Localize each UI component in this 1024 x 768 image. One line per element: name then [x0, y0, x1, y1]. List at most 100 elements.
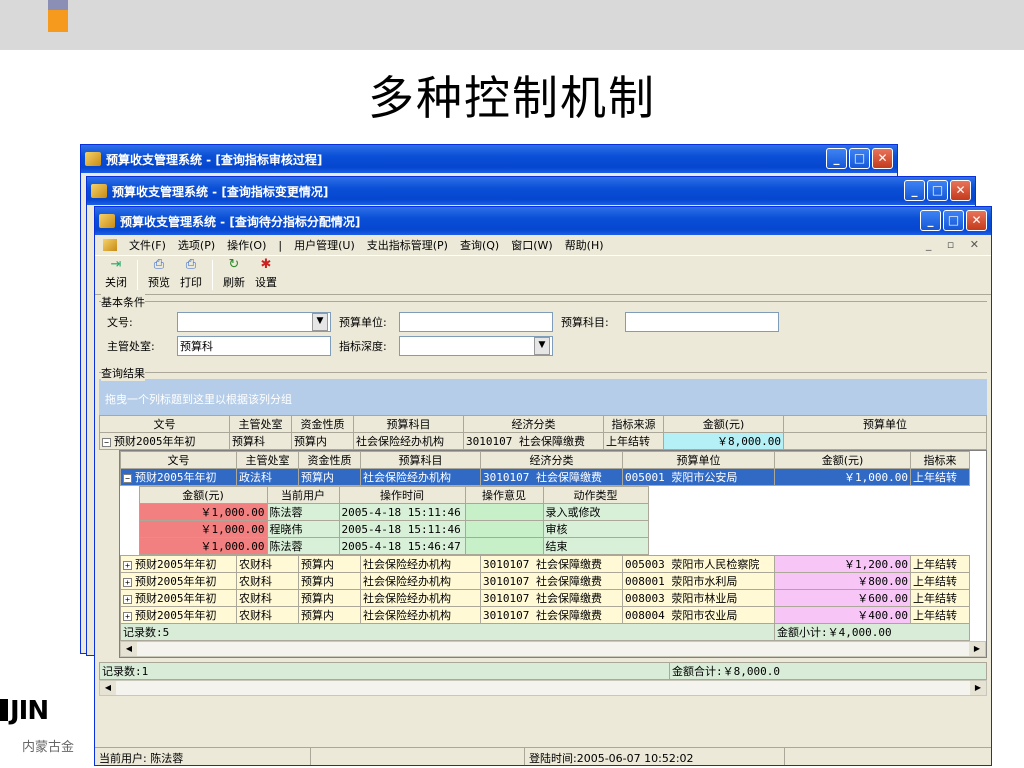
- minimize-button[interactable]: _: [920, 210, 941, 231]
- refresh-icon: ↻: [228, 257, 240, 272]
- col-header[interactable]: 指标来: [910, 451, 970, 469]
- dept-input[interactable]: 预算科: [177, 336, 331, 356]
- menu-query[interactable]: 查询(Q): [460, 237, 499, 253]
- col-header[interactable]: 操作意见: [464, 486, 544, 504]
- preview-button[interactable]: ⎙ 预览: [148, 258, 170, 290]
- toolbar: ⇥ 关闭 ⎙ 预览 ⎙ 打印 ↻ 刷新 ✱ 设置: [95, 255, 991, 295]
- expand-icon[interactable]: +: [123, 577, 132, 587]
- close-button[interactable]: ✕: [872, 148, 893, 169]
- col-header[interactable]: 经济分类: [480, 451, 623, 469]
- col-header[interactable]: 指标来源: [603, 415, 664, 433]
- settings-icon: ✱: [260, 257, 272, 272]
- detail-grid: 金额(元) 当前用户 操作时间 操作意见 动作类型 ￥1,000.00 陈法蓉 20…: [138, 486, 649, 555]
- table-row[interactable]: ￥1,000.00 陈法蓉 2005-4-18 15:46:47 结束: [138, 537, 649, 555]
- deco-square-orange: [48, 10, 68, 32]
- col-header[interactable]: 主管处室: [236, 451, 299, 469]
- expand-icon[interactable]: +: [123, 611, 132, 621]
- maximize-button[interactable]: □: [943, 210, 964, 231]
- col-header[interactable]: 主管处室: [229, 415, 292, 433]
- window-pending-allocation[interactable]: 预算收支管理系统 - [查询待分指标分配情况] _ □ ✕ 文件(F) 选项(P) …: [94, 206, 992, 766]
- col-header[interactable]: 操作时间: [338, 486, 466, 504]
- app-icon: [85, 152, 101, 166]
- window-title: 预算收支管理系统 - [查询待分指标分配情况]: [120, 214, 361, 229]
- menu-file[interactable]: 文件(F): [129, 237, 166, 253]
- budget-subject-label: 预算科目:: [561, 316, 609, 329]
- col-header[interactable]: 当前用户: [266, 486, 340, 504]
- menu-operate[interactable]: 操作(O): [227, 237, 266, 253]
- table-row[interactable]: ￥1,000.00 程晓伟 2005-4-18 15:11:46 审核: [138, 520, 649, 538]
- filter-group: 基本条件 文号: 预算单位: 预算科目: 主管处室: 预算科 指标深度:: [99, 294, 987, 362]
- col-header[interactable]: 预算单位: [783, 415, 987, 433]
- menu-options[interactable]: 选项(P): [178, 237, 215, 253]
- col-header[interactable]: 文号: [120, 451, 237, 469]
- table-row[interactable]: ￥1,000.00 陈法蓉 2005-4-18 15:11:46 录入或修改: [138, 503, 649, 521]
- outer-header-row: 文号 主管处室 资金性质 预算科目 经济分类 指标来源 金额(元) 预算单位: [99, 415, 987, 433]
- col-header[interactable]: 预算单位: [622, 451, 775, 469]
- group-by-panel[interactable]: 拖曳一个列标题到这里以根据该列分组: [99, 379, 987, 415]
- status-login-time: 登陆时间:2005-06-07 10:52:02: [525, 748, 785, 765]
- close-button[interactable]: ✕: [950, 180, 971, 201]
- col-header[interactable]: 金额(元): [663, 415, 784, 433]
- print-button[interactable]: ⎙ 打印: [180, 258, 202, 290]
- inner-record-count: 记录数:5: [120, 623, 775, 641]
- menu-user-mgmt[interactable]: 用户管理(U): [294, 237, 355, 253]
- expand-icon[interactable]: +: [123, 560, 132, 570]
- inner-grid: 文号 主管处室 资金性质 预算科目 经济分类 预算单位 金额(元) 指标来 − 预…: [120, 451, 970, 641]
- app-icon: [99, 214, 115, 228]
- doc-number-select[interactable]: [177, 312, 331, 332]
- col-header[interactable]: 金额(元): [774, 451, 911, 469]
- col-header[interactable]: 预算科目: [353, 415, 464, 433]
- window-title: 预算收支管理系统 - [查询指标审核过程]: [106, 152, 323, 167]
- status-user: 当前用户: 陈法蓉: [95, 748, 311, 765]
- menu-window[interactable]: 窗口(W): [511, 237, 552, 253]
- status-bar: 当前用户: 陈法蓉 登陆时间:2005-06-07 10:52:02: [95, 747, 991, 765]
- maximize-button[interactable]: □: [849, 148, 870, 169]
- table-row-selected[interactable]: − 预财2005年年初 政法科 预算内 社会保险经办机构 3010107 社会保障缴费…: [120, 468, 970, 486]
- table-row[interactable]: + 预财2005年年初 农财科 预算内 社会保险经办机构 3010107 社会保障缴费 00…: [120, 606, 970, 624]
- mdi-controls[interactable]: _ ▫ ✕: [926, 238, 985, 251]
- inner-h-scrollbar[interactable]: ◀ ▶: [120, 641, 986, 657]
- col-header[interactable]: 经济分类: [463, 415, 604, 433]
- table-row[interactable]: + 预财2005年年初 农财科 预算内 社会保险经办机构 3010107 社会保障缴费 00…: [120, 555, 970, 573]
- maximize-button[interactable]: □: [927, 180, 948, 201]
- col-header[interactable]: 预算科目: [360, 451, 481, 469]
- col-header[interactable]: 动作类型: [542, 486, 649, 504]
- budget-unit-input[interactable]: [399, 312, 553, 332]
- exit-icon: ⇥: [110, 257, 122, 272]
- outer-record-count: 记录数:1: [99, 662, 670, 680]
- collapse-icon[interactable]: −: [102, 437, 111, 447]
- slide-title: 多种控制机制: [368, 71, 656, 125]
- menu-help[interactable]: 帮助(H): [565, 237, 604, 253]
- minimize-button[interactable]: _: [826, 148, 847, 169]
- inner-subtotal: 金额小计:￥4,000.00: [774, 623, 970, 641]
- col-header[interactable]: 文号: [99, 415, 230, 433]
- table-row[interactable]: + 预财2005年年初 农财科 预算内 社会保险经办机构 3010107 社会保障缴费 00…: [120, 572, 970, 590]
- table-row[interactable]: − 预财2005年年初 预算科 预算内 社会保险经办机构 3010107 社会保障缴费…: [99, 432, 987, 450]
- collapse-icon[interactable]: −: [123, 473, 132, 483]
- close-tool-button[interactable]: ⇥ 关闭: [105, 258, 127, 290]
- outer-grid: 文号 主管处室 资金性质 预算科目 经济分类 指标来源 金额(元) 预算单位 −…: [99, 415, 987, 450]
- col-header[interactable]: 资金性质: [291, 415, 354, 433]
- refresh-button[interactable]: ↻ 刷新: [223, 258, 245, 290]
- menu-expense-mgmt[interactable]: 支出指标管理(P): [367, 237, 448, 253]
- budget-subject-input[interactable]: [625, 312, 779, 332]
- company-logo: JIN: [0, 696, 49, 726]
- app-icon: [91, 184, 107, 198]
- settings-button[interactable]: ✱ 设置: [255, 258, 277, 290]
- close-button[interactable]: ✕: [966, 210, 987, 231]
- app-menu-icon[interactable]: [103, 239, 117, 251]
- inner-grid-panel: 文号 主管处室 资金性质 预算科目 经济分类 预算单位 金额(元) 指标来 − 预…: [119, 450, 987, 658]
- inner-summary-row: 记录数:5 金额小计:￥4,000.00: [120, 623, 970, 641]
- outer-h-scrollbar[interactable]: ◀ ▶: [99, 680, 987, 696]
- company-name: 内蒙古金: [22, 740, 75, 755]
- minimize-button[interactable]: _: [904, 180, 925, 201]
- result-group-label: 查询结果: [101, 365, 145, 381]
- table-row[interactable]: + 预财2005年年初 农财科 预算内 社会保险经办机构 3010107 社会保障缴费 00…: [120, 589, 970, 607]
- depth-select[interactable]: [399, 336, 553, 356]
- col-header[interactable]: 资金性质: [298, 451, 361, 469]
- outer-total: 金额合计:￥8,000.0: [669, 662, 987, 680]
- expand-icon[interactable]: +: [123, 594, 132, 604]
- window-title: 预算收支管理系统 - [查询指标变更情况]: [112, 184, 329, 199]
- col-header[interactable]: 金额(元): [138, 486, 268, 504]
- outer-summary: 记录数:1 金额合计:￥8,000.0: [99, 662, 987, 680]
